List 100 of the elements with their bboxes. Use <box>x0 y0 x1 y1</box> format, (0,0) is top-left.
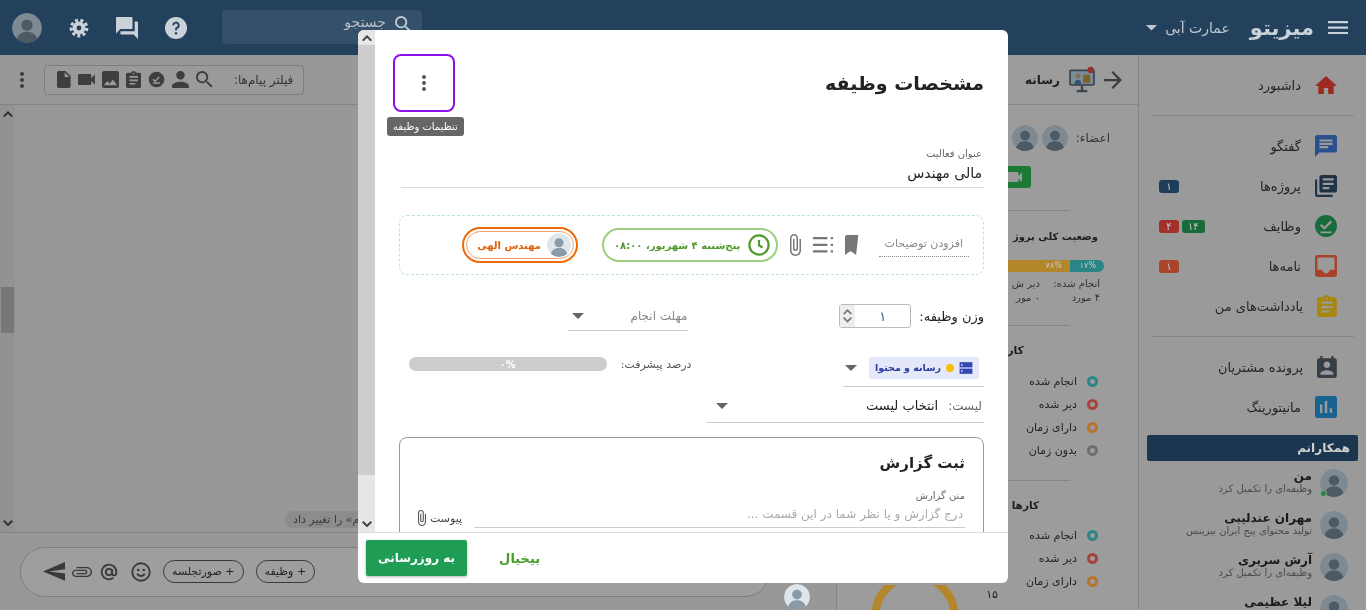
scroll-up-icon[interactable] <box>2 111 13 118</box>
send-icon[interactable] <box>43 562 65 581</box>
member-avatar <box>1041 125 1068 151</box>
back-arrow-icon[interactable] <box>1104 70 1122 89</box>
app-logo: میزیتو <box>1249 15 1314 40</box>
chat-icon <box>1315 135 1337 157</box>
project-title: رسانه <box>1025 72 1060 87</box>
search-icon[interactable] <box>195 71 213 88</box>
customers-icon <box>1317 356 1337 378</box>
emoji-icon[interactable] <box>131 561 151 582</box>
progress-segment: ۱۷% <box>1069 260 1104 272</box>
attachment-button[interactable]: پیوست <box>418 510 463 528</box>
colleague-name[interactable]: آرش سریری <box>1218 553 1312 567</box>
notes-icon <box>1317 295 1337 317</box>
colleague-status: وظیفه‌ای را تکمیل کرد <box>1218 483 1312 494</box>
clipboard-icon[interactable] <box>125 71 141 88</box>
legend-label: انجام شده <box>1029 374 1077 388</box>
nav-item[interactable]: وظایف ۱۴ ۴ <box>1147 206 1358 246</box>
monitor-illustration-icon <box>1068 65 1096 94</box>
section-title: کار <box>1006 344 1025 357</box>
filter-label: فیلتر پیام‌ها: <box>233 72 294 87</box>
task-menu-button[interactable] <box>393 54 455 112</box>
update-button[interactable]: به روزرسانی <box>366 540 468 576</box>
user-avatar <box>12 12 42 43</box>
status-dot <box>946 363 954 372</box>
nav-item[interactable]: پروژه‌ها ۱ <box>1147 166 1358 206</box>
nav-item[interactable]: پرونده مشتریان <box>1147 347 1358 387</box>
scroll-down-icon[interactable] <box>2 519 13 526</box>
list-icon <box>959 360 973 375</box>
nav-item[interactable]: یادداشت‌های من <box>1147 286 1358 326</box>
messages-icon[interactable] <box>116 16 138 39</box>
nav-item[interactable]: نامه‌ها ۱ <box>1147 246 1358 286</box>
caret-icon <box>571 312 584 319</box>
assignee-chip[interactable]: مهندس الهی <box>462 227 578 263</box>
video-icon[interactable] <box>77 73 95 86</box>
home-icon <box>1315 75 1337 95</box>
due-date-chip[interactable]: پنج‌شنبه ۴ شهریور، ۰۸:۰۰ <box>602 228 779 262</box>
section-header: همکارانم <box>1147 435 1358 461</box>
letters-icon <box>1315 255 1337 277</box>
colleague-name[interactable]: من <box>1218 469 1312 483</box>
tooltip: تنظیمات وظیفه <box>387 117 464 136</box>
nav-item[interactable]: داشبورد <box>1147 65 1358 105</box>
list-dropdown[interactable]: لیست: انتخاب لیست <box>706 389 984 423</box>
attach-icon[interactable] <box>790 234 802 256</box>
report-text-field[interactable]: درج گزارش و یا نظر شما در این قسمت ... <box>474 501 965 528</box>
projects-icon <box>1315 175 1337 197</box>
count-badge: ۱ <box>1159 259 1179 273</box>
help-icon[interactable] <box>164 15 188 40</box>
scrollbar[interactable] <box>0 105 15 532</box>
search-icon <box>395 16 412 33</box>
sender-avatar <box>784 584 810 610</box>
colleague-avatar <box>1320 469 1348 497</box>
section-title: کارها <box>1010 499 1040 511</box>
members-label: اعضاء: <box>1075 131 1110 145</box>
stat-value: ۴ مورد <box>1070 292 1100 303</box>
progress-label: درصد پیشرفت: <box>620 357 692 371</box>
settings-icon[interactable] <box>68 16 90 39</box>
decrement-icon[interactable] <box>843 317 853 323</box>
mention-icon[interactable] <box>99 561 119 582</box>
scroll-thumb[interactable] <box>1 287 14 334</box>
weight-label: وزن وظیفه: <box>919 308 984 324</box>
category-label: رسانه و محتوا <box>874 362 941 373</box>
chart-count: ۱۵ <box>986 588 998 601</box>
category-dropdown[interactable]: رسانه و محتوا <box>843 349 984 387</box>
nav-item[interactable]: مانیتورینگ <box>1147 387 1358 427</box>
caret-icon <box>716 402 728 409</box>
monitoring-icon <box>1315 396 1337 418</box>
colleague-status: تولید محتوای پیج ایران بیزینس <box>1186 525 1312 536</box>
dialog-title: مشخصات وظیفه <box>825 72 984 94</box>
add-description-link[interactable]: افزودن توضیحات <box>878 233 969 257</box>
image-icon[interactable] <box>101 71 119 88</box>
deadline-dropdown[interactable]: مهلت انجام <box>567 301 688 331</box>
colleague-status: وظیفه‌ای را تکمیل کرد <box>1218 567 1312 578</box>
activity-title-field[interactable]: عنوان فعالیت مالی مهندس <box>401 140 984 188</box>
workspace-dropdown[interactable]: عمارت آبی <box>1146 19 1230 36</box>
colleague-name[interactable]: لیلا عظیمی <box>1244 595 1312 609</box>
colleague-avatar <box>1320 553 1348 581</box>
check-circle-icon[interactable] <box>147 71 165 88</box>
caret-icon <box>1146 24 1158 31</box>
checklist-icon[interactable] <box>813 237 834 253</box>
nav-item[interactable]: گفتگو <box>1147 126 1358 166</box>
legend-label: دارای زمان <box>1025 420 1077 434</box>
more-icon[interactable] <box>20 71 24 88</box>
legend-label: دیر شده <box>1038 551 1077 565</box>
report-label: متن گزارش <box>914 490 965 501</box>
scroll-down-icon[interactable] <box>361 520 372 527</box>
menu-icon[interactable] <box>1328 20 1348 35</box>
scroll-up-icon[interactable] <box>361 35 372 42</box>
cancel-button[interactable]: بیخیال <box>499 550 541 566</box>
file-icon[interactable] <box>57 71 71 88</box>
legend-label: دیر شده <box>1038 397 1077 411</box>
person-icon[interactable] <box>171 71 189 88</box>
weight-input[interactable]: ۱ <box>839 304 912 328</box>
colleague-name[interactable]: مهران عندلیبی <box>1186 511 1312 525</box>
bookmark-icon[interactable] <box>845 235 859 255</box>
increment-icon[interactable] <box>843 309 853 315</box>
colleague-avatar <box>1320 511 1348 539</box>
attach-icon[interactable] <box>72 566 92 577</box>
count-badge: ۱ <box>1159 179 1179 193</box>
legend-label: انجام شده <box>1029 528 1077 542</box>
